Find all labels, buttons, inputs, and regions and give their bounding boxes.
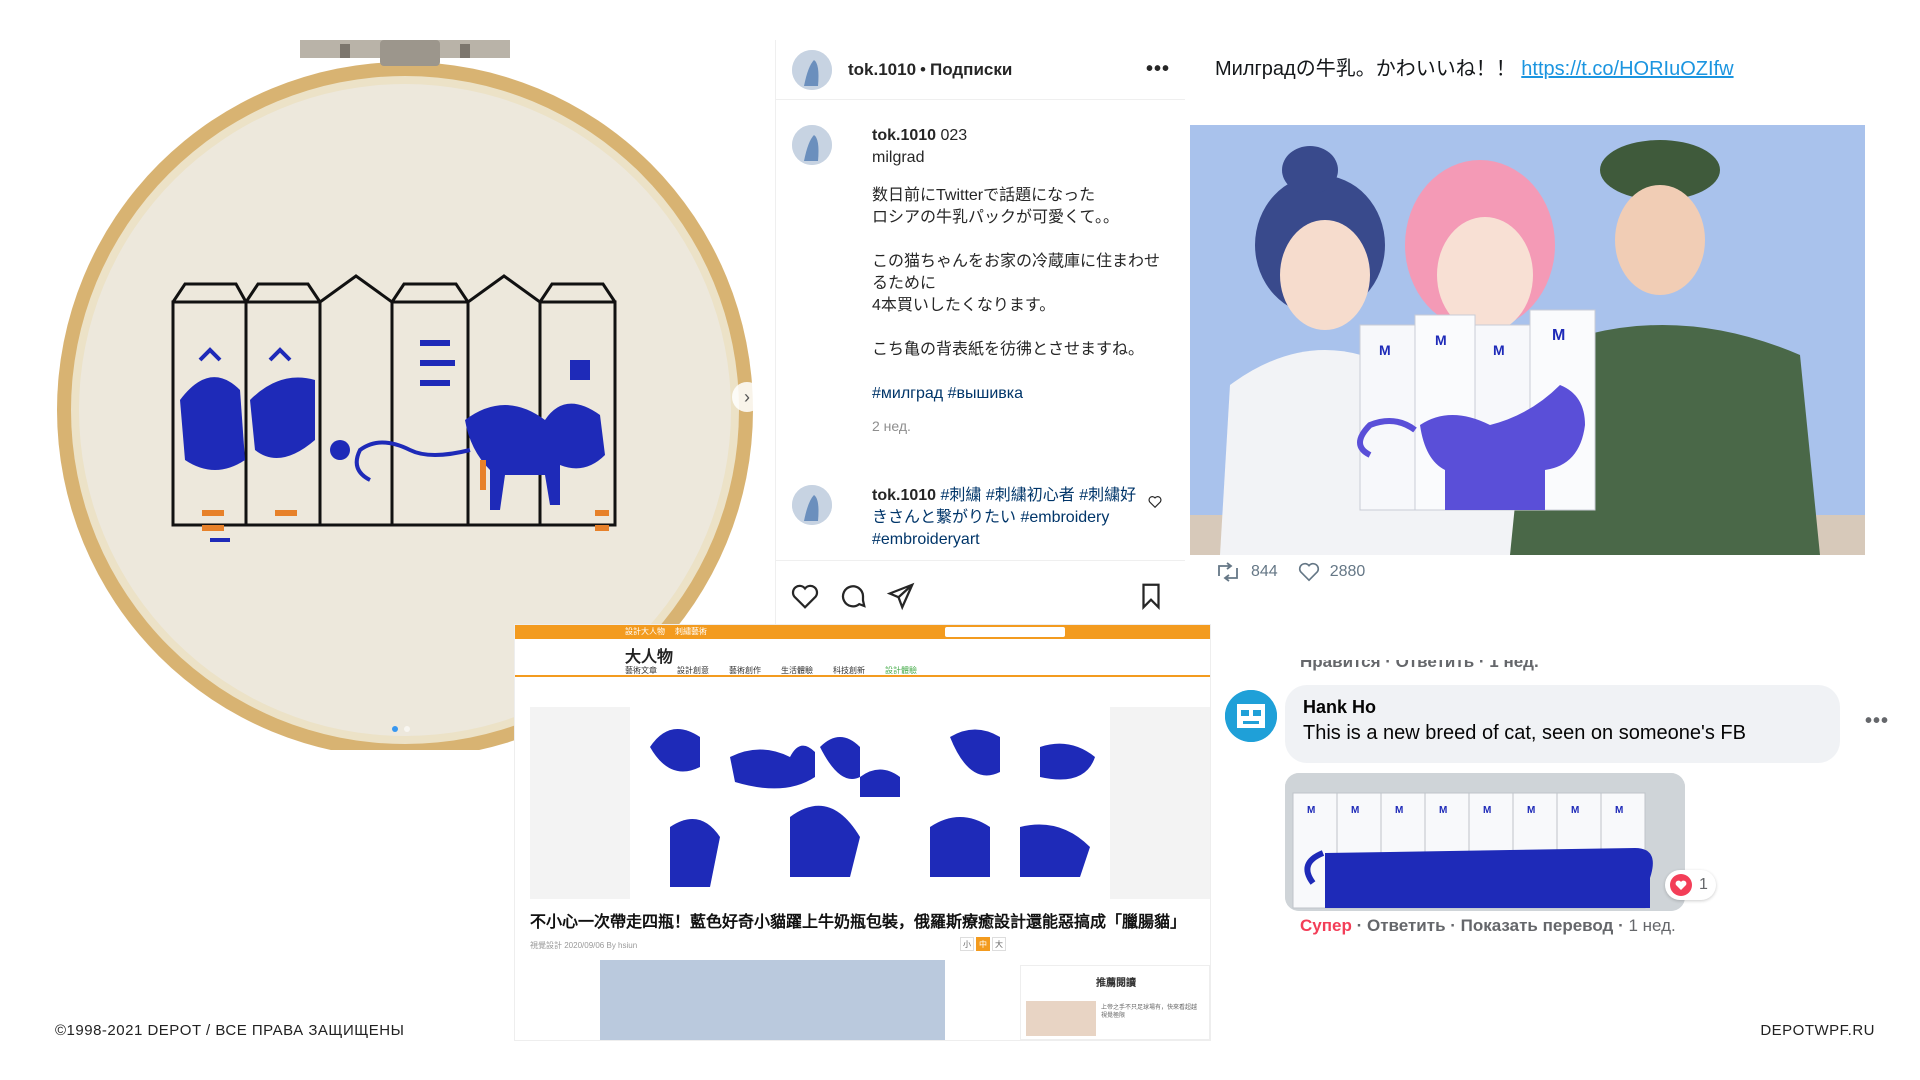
- avatar[interactable]: [792, 125, 832, 165]
- caption-username[interactable]: tok.1010: [872, 127, 936, 144]
- love-reaction-icon: [1670, 874, 1692, 896]
- avatar[interactable]: [1225, 690, 1277, 742]
- avatar[interactable]: [792, 485, 832, 525]
- tweet-link[interactable]: https://t.co/HORIuOZIfw: [1521, 58, 1733, 80]
- retweet-count: 844: [1251, 563, 1278, 580]
- recommended-thumbnail[interactable]: [1026, 1001, 1096, 1036]
- avatar[interactable]: [792, 49, 832, 90]
- bookmark-icon[interactable]: [1136, 581, 1166, 611]
- svg-text:M: M: [1307, 805, 1315, 816]
- caption-paragraph: こち亀の背表紙を彷彿とさせますね。: [872, 341, 1145, 358]
- instagram-comment: tok.1010 #刺繍 #刺繍初心者 #刺繍好きさんと繋がりたい #embro…: [792, 485, 1172, 555]
- caption-paragraph: この猫ちゃんをお家の冷蔵庫に住まわせるために 4本買いしたくなります。: [872, 253, 1161, 314]
- instagram-username[interactable]: tok.1010: [848, 60, 916, 80]
- commenter-name[interactable]: Hank Ho: [1303, 697, 1822, 718]
- separator-dot: ·: [1356, 916, 1367, 935]
- tweet-card: Милградの牛乳。かわいいね！！ https://t.co/HORIuOZI…: [1185, 40, 1875, 610]
- menu-item[interactable]: 生活體驗: [781, 665, 813, 676]
- like-count: 2880: [1329, 563, 1366, 580]
- reaction-summary[interactable]: 1: [1665, 870, 1716, 900]
- menu-item[interactable]: 科技創新: [833, 665, 865, 676]
- article-meta: 視覺設計 2020/09/06 By hsiun: [530, 941, 638, 950]
- tweet-illustration[interactable]: M M M M: [1190, 125, 1865, 555]
- svg-text:M: M: [1435, 332, 1447, 348]
- article-hero-image: [530, 707, 1210, 899]
- separator-dot: ·: [1618, 916, 1629, 935]
- footer-site-link[interactable]: DEPOTWPF.RU: [1760, 1022, 1875, 1039]
- carousel-dots: [392, 726, 410, 732]
- reaction-label[interactable]: Супер: [1300, 916, 1352, 935]
- post-time[interactable]: 2 нед.: [872, 415, 1172, 437]
- svg-text:M: M: [1395, 805, 1403, 816]
- svg-text:M: M: [1351, 805, 1359, 816]
- recommended-heading: 推薦閱讀: [1096, 978, 1136, 989]
- comment-bubble: Hank Ho This is a new breed of cat, seen…: [1285, 685, 1840, 763]
- search-input[interactable]: [945, 627, 1065, 637]
- svg-text:M: M: [1483, 805, 1491, 816]
- menu-item[interactable]: 藝術創作: [729, 665, 761, 676]
- article-menu: 藝術文章 設計創意 藝術創作 生活體驗 科技創新 設計體驗: [625, 665, 917, 676]
- tweet-body: Милградの牛乳。かわいいね！！: [1215, 58, 1516, 80]
- svg-text:M: M: [1552, 327, 1565, 344]
- site-logo[interactable]: 大人物: [625, 643, 673, 667]
- menu-item[interactable]: 設計體驗: [885, 665, 917, 676]
- recommended-title[interactable]: 上帝之手不只足球場有，快來看超越視覺極限: [1101, 1004, 1201, 1020]
- svg-text:M: M: [1379, 342, 1391, 358]
- reaction-count: 1: [1699, 876, 1708, 893]
- retweet-button[interactable]: 844: [1215, 562, 1278, 582]
- facebook-comment: Нравится · Ответить · 1 нед. Hank Ho Thi…: [1225, 660, 1895, 980]
- topbar-link[interactable]: 刺繡藝術: [675, 626, 707, 637]
- follow-button[interactable]: Подписки: [930, 60, 1012, 80]
- font-size-button[interactable]: 中: [976, 937, 990, 951]
- tweet-stats: 844 2880: [1215, 562, 1385, 582]
- svg-text:M: M: [1493, 342, 1505, 358]
- topbar-link[interactable]: 設計大人物: [625, 626, 665, 637]
- separator-dot: •: [920, 59, 926, 79]
- more-horizontal-icon[interactable]: •••: [1865, 710, 1889, 733]
- instagram-post-panel: tok.1010 • Подписки ••• tok.1010 023 mil…: [775, 40, 1185, 640]
- article-navbar: 大人物 藝術文章 設計創意 藝術創作 生活體驗 科技創新 設計體驗: [515, 639, 1210, 677]
- heart-icon[interactable]: [790, 581, 820, 611]
- comment-text: This is a new breed of cat, seen on some…: [1303, 722, 1746, 744]
- caption-paragraph: 数日前にTwitterで話題になった ロシアの牛乳パックが可愛くて。。: [872, 187, 1120, 226]
- font-size-switcher: 小 中 大: [960, 937, 1006, 951]
- retweet-icon: [1218, 562, 1238, 582]
- svg-text:M: M: [1615, 805, 1623, 816]
- comment-icon[interactable]: [838, 581, 868, 611]
- comment-photo[interactable]: MMMM MMMM: [1285, 773, 1685, 911]
- carousel-dot-active: [392, 726, 398, 732]
- caption-line2: milgrad: [872, 149, 925, 166]
- translate-button[interactable]: Показать перевод: [1461, 916, 1614, 935]
- carousel-dot: [404, 726, 410, 732]
- svg-text:M: M: [1439, 805, 1447, 816]
- comment-time[interactable]: 1 нед.: [1628, 916, 1675, 935]
- article-title[interactable]: 不小心一次帶走四瓶！藍色好奇小貓躍上牛奶瓶包裝，俄羅斯療癒設計還能惡搞成「臘腸貓…: [530, 908, 1186, 932]
- heart-icon: [1298, 562, 1319, 582]
- tweet-text: Милградの牛乳。かわいいね！！ https://t.co/HORIuOZI…: [1215, 52, 1734, 81]
- instagram-header: tok.1010 • Подписки •••: [776, 40, 1185, 100]
- svg-text:M: M: [1571, 805, 1579, 816]
- share-icon[interactable]: [886, 581, 916, 611]
- separator-dot: ·: [1450, 916, 1461, 935]
- recommended-reading: 推薦閱讀 上帝之手不只足球場有，快來看超越視覺極限: [1020, 965, 1210, 1040]
- comment-actions: Супер · Ответить · Показать перевод · 1 …: [1300, 916, 1676, 936]
- caption-header-rest: 023: [940, 127, 968, 144]
- footer-copyright: ©1998-2021 DEPOT / ВСЕ ПРАВА ЗАЩИЩЕНЫ: [55, 1022, 405, 1039]
- article-screenshot: 設計大人物 刺繡藝術 大人物 藝術文章 設計創意 藝術創作 生活體驗 科技創新 …: [515, 625, 1210, 1040]
- article-topbar: 設計大人物 刺繡藝術: [515, 625, 1210, 639]
- article-content-image: [600, 960, 945, 1040]
- like-button[interactable]: 2880: [1298, 562, 1366, 582]
- menu-item[interactable]: 設計創意: [677, 665, 709, 676]
- more-horizontal-icon[interactable]: •••: [1146, 58, 1170, 81]
- svg-text:M: M: [1527, 805, 1535, 816]
- font-size-button[interactable]: 大: [992, 937, 1006, 951]
- font-size-button[interactable]: 小: [960, 937, 974, 951]
- previous-comment-actions: Нравится · Ответить · 1 нед.: [1300, 660, 1539, 671]
- like-comment-icon[interactable]: [1148, 495, 1162, 509]
- menu-item[interactable]: 藝術文章: [625, 665, 657, 676]
- reply-button[interactable]: Ответить: [1367, 916, 1446, 935]
- caption-hashtags[interactable]: #милград #вышивка: [872, 383, 1172, 405]
- comment-username[interactable]: tok.1010: [872, 487, 936, 504]
- next-image-button[interactable]: ›: [732, 382, 762, 412]
